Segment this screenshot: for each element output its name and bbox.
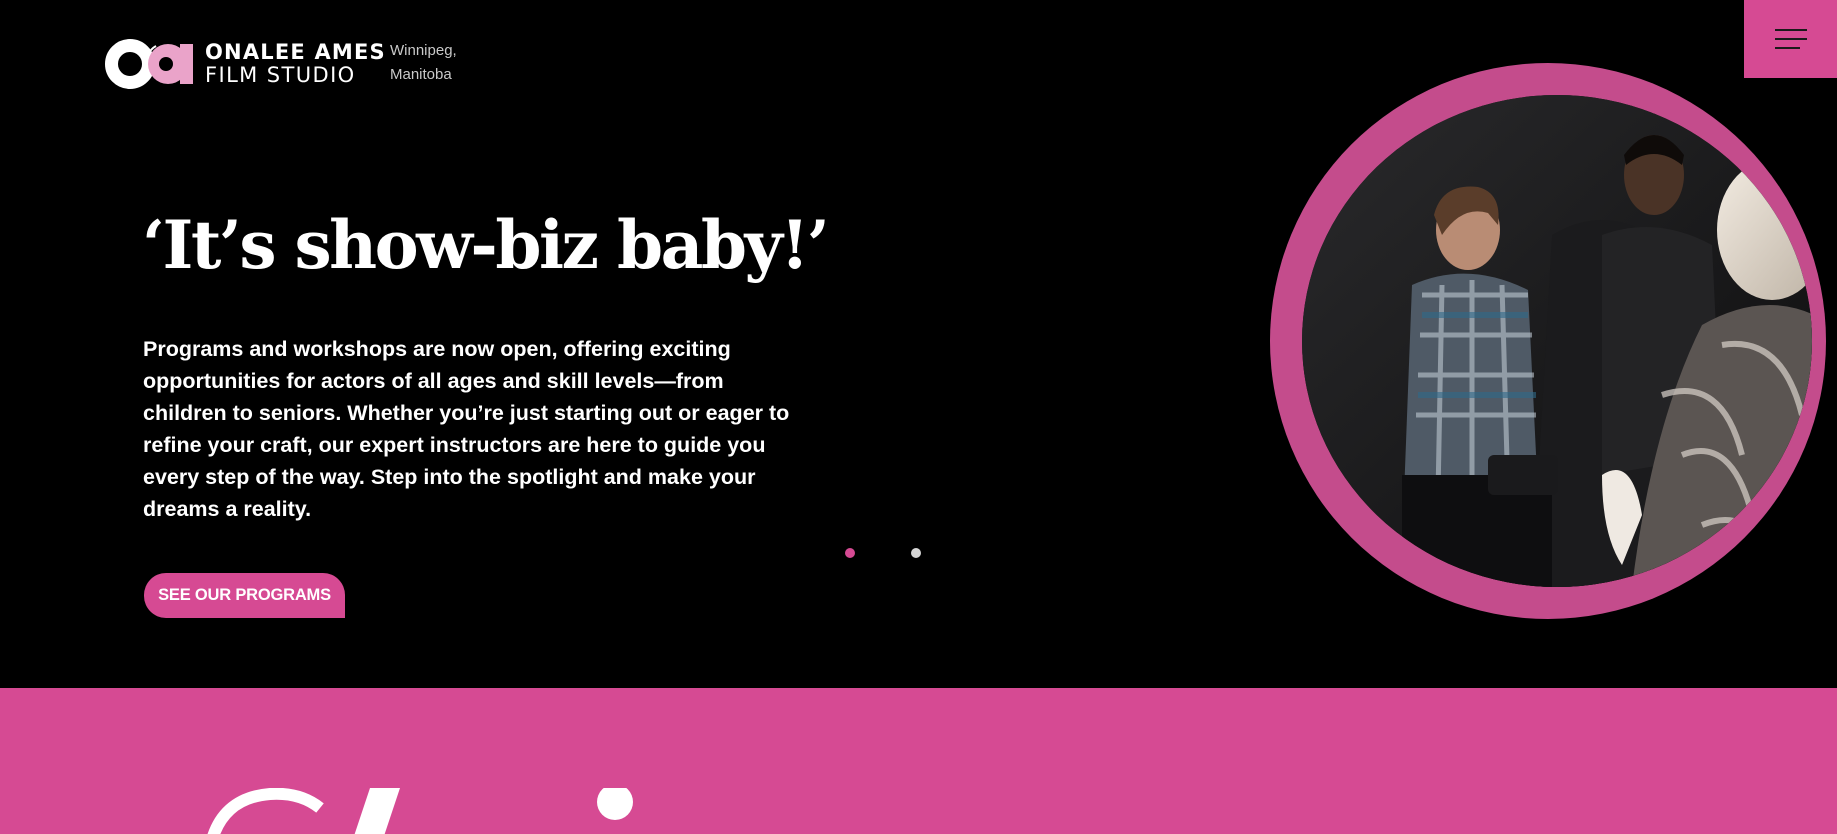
slide-dot-1[interactable] [845, 548, 855, 558]
slide-dot-2[interactable] [911, 548, 921, 558]
brand-logo-icon [104, 38, 194, 90]
section-heading-partial [207, 788, 633, 834]
brand-logo-link[interactable]: ONALEE AMES FILM STUDIO [104, 38, 386, 90]
slider-pagination [845, 548, 921, 558]
next-section-band [0, 688, 1837, 834]
studio-location: Winnipeg, Manitoba [390, 39, 457, 87]
see-programs-button[interactable]: SEE OUR PROGRAMS [144, 573, 345, 618]
menu-button[interactable] [1744, 0, 1837, 78]
hamburger-menu-icon [1774, 26, 1807, 52]
location-province: Manitoba [390, 66, 452, 83]
brand-name-line1: ONALEE AMES [205, 40, 386, 64]
brand-name-line2: FILM STUDIO [205, 63, 356, 87]
hero-section: ONALEE AMES FILM STUDIO Winnipeg, Manito… [0, 0, 1837, 688]
hero-description: Programs and workshops are now open, off… [143, 337, 790, 521]
hero-photo-frame [1270, 63, 1826, 619]
brand-wordmark: ONALEE AMES FILM STUDIO [205, 42, 386, 86]
location-city: Winnipeg, [390, 42, 457, 59]
hero-headline: ‘It’s show-biz baby!’ [142, 206, 830, 284]
hero-photo [1302, 95, 1812, 587]
